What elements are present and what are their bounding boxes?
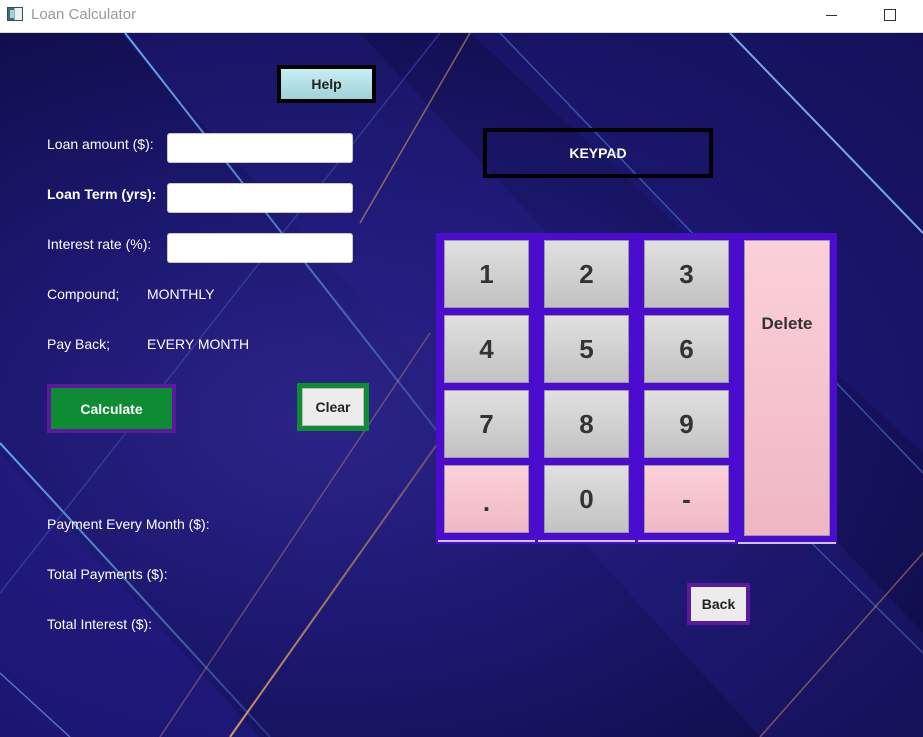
app-window: Loan Calculator Help KEYPAD Loan amount … [0,0,923,737]
title-bar: Loan Calculator [0,0,923,33]
compound-label: Compound; [47,286,120,302]
payment-every-month-label: Payment Every Month ($): [47,516,210,532]
back-button[interactable]: Back [687,583,750,625]
keypad-divider [438,540,535,542]
loan-term-input[interactable] [167,183,353,213]
key-4[interactable]: 4 [444,315,529,383]
key-9[interactable]: 9 [644,390,729,458]
maximize-icon[interactable] [879,4,899,24]
key-0[interactable]: 0 [544,465,629,533]
interest-rate-input[interactable] [167,233,353,263]
payback-label: Pay Back; [47,336,111,352]
loan-amount-input[interactable] [167,133,353,163]
clear-button[interactable]: Clear [297,383,369,431]
keypad-divider [638,540,735,542]
minimize-icon[interactable] [821,4,841,24]
help-button[interactable]: Help [277,65,376,103]
keypad-divider [738,542,836,544]
key-2[interactable]: 2 [544,240,629,308]
key-3[interactable]: 3 [644,240,729,308]
interest-rate-label: Interest rate (%): [47,236,152,252]
delete-button-label: Delete [761,314,813,333]
calculate-button[interactable]: Calculate [47,384,176,433]
main-panel: Help KEYPAD Loan amount ($): Loan Term (… [0,33,923,737]
key-minus[interactable]: - [644,465,729,533]
payback-value: EVERY MONTH [147,336,250,352]
key-1[interactable]: 1 [444,240,529,308]
clear-button-label: Clear [302,388,364,426]
loan-amount-label: Loan amount ($): [47,136,154,152]
key-6[interactable]: 6 [644,315,729,383]
total-interest-label: Total Interest ($): [47,616,153,632]
window-title: Loan Calculator [31,6,137,23]
total-payments-label: Total Payments ($): [47,566,168,582]
key-decimal[interactable]: . [444,465,529,533]
key-7[interactable]: 7 [444,390,529,458]
key-5[interactable]: 5 [544,315,629,383]
compound-value: MONTHLY [147,286,215,302]
key-8[interactable]: 8 [544,390,629,458]
keypad: 1 2 3 4 5 6 7 8 9 . 0 - Delete [436,233,837,544]
keypad-title: KEYPAD [483,128,713,178]
keypad-divider [538,540,635,542]
delete-button[interactable]: Delete [744,240,830,536]
app-icon [7,7,23,21]
loan-term-label: Loan Term (yrs): [47,186,157,202]
